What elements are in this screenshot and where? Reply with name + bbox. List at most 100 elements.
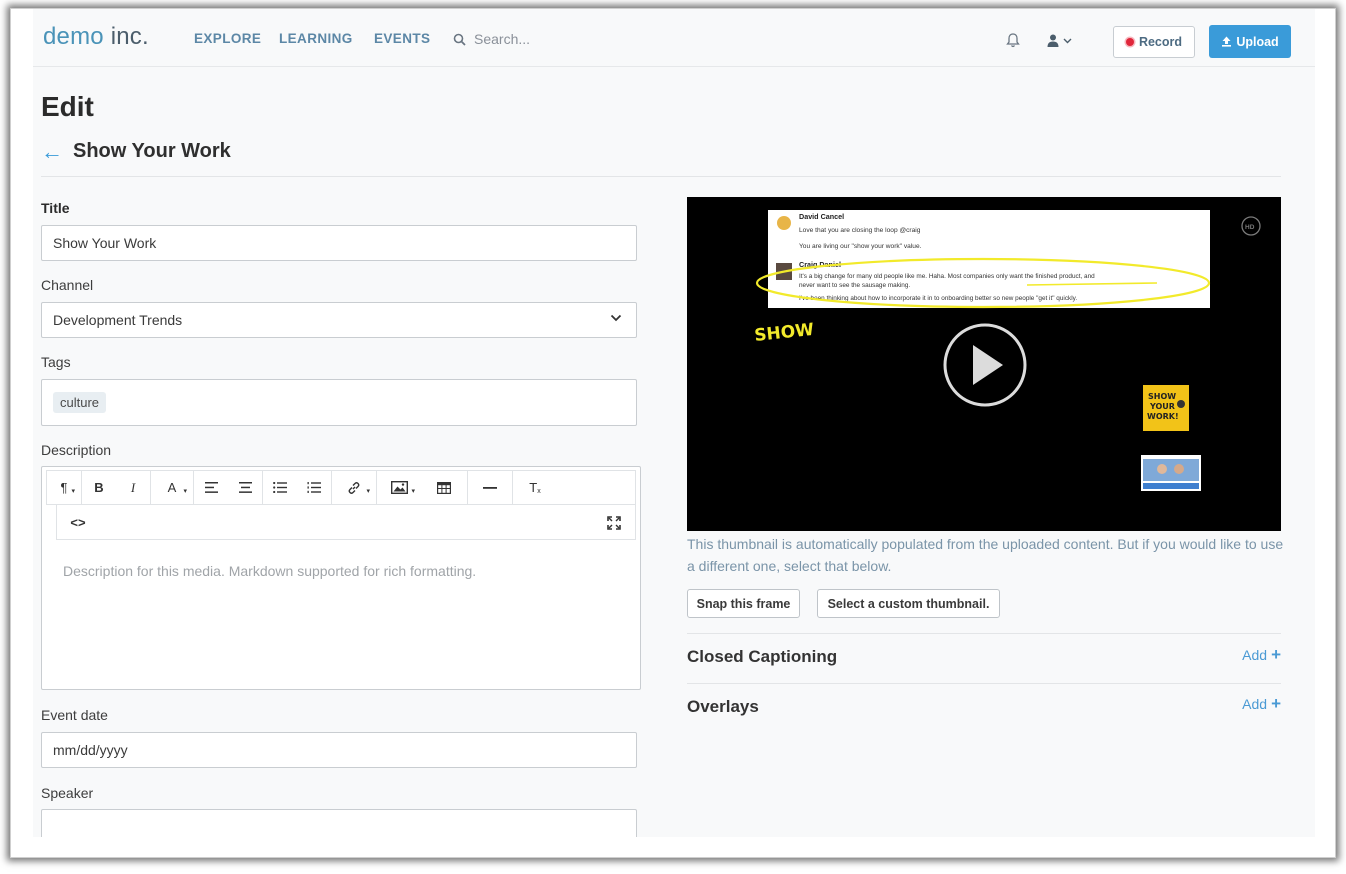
custom-thumbnail-button[interactable]: Select a custom thumbnail. xyxy=(817,589,1000,618)
event-date-input[interactable]: mm/dd/yyyy xyxy=(41,732,637,768)
overlays-title: Overlays xyxy=(687,697,759,716)
clear-formatting-icon: T xyxy=(529,480,538,495)
clear-formatting-subscript: x xyxy=(537,488,541,495)
numbered-list-icon xyxy=(307,482,321,493)
upload-icon xyxy=(1222,36,1232,47)
toolbar-group-font: A ▾ xyxy=(151,471,194,504)
editor-toolbar-row-2: <> xyxy=(56,505,636,540)
plus-icon: + xyxy=(1271,694,1281,713)
window-frame: demo inc. EXPLORE LEARNING EVENTS Search… xyxy=(10,8,1336,858)
link-icon xyxy=(348,481,360,494)
add-overlay-link[interactable]: Add + xyxy=(1242,695,1281,712)
align-left-icon xyxy=(204,482,218,493)
code-view-button[interactable]: <> xyxy=(61,505,95,540)
font-button[interactable]: A ▾ xyxy=(151,471,193,504)
user-menu[interactable] xyxy=(1047,34,1072,47)
code-icon: <> xyxy=(70,515,86,530)
page-title: Edit xyxy=(41,91,94,122)
horizontal-rule-icon xyxy=(483,486,497,489)
image-icon xyxy=(390,481,408,494)
logo-inc: inc. xyxy=(103,23,149,50)
upload-label: Upload xyxy=(1236,34,1279,49)
title-field[interactable]: Show Your Work xyxy=(41,225,637,261)
event-date-label: Event date xyxy=(41,707,108,723)
toolbar-group-paragraph: ¶ ▾ xyxy=(47,471,82,504)
thumbnail-hint: This thumbnail is automatically populate… xyxy=(687,536,1284,574)
numbered-list-button[interactable] xyxy=(297,471,331,504)
book-text-1: SHOW xyxy=(1148,392,1176,401)
add-overlay-label: Add xyxy=(1242,695,1268,712)
plus-icon: + xyxy=(1271,645,1281,664)
bulleted-list-icon xyxy=(273,482,287,493)
app-container: demo inc. EXPLORE LEARNING EVENTS Search… xyxy=(33,9,1315,837)
bold-button[interactable]: B xyxy=(82,471,116,504)
insert-link-button[interactable]: ▾ xyxy=(332,471,376,504)
nav-link-learning[interactable]: LEARNING xyxy=(279,31,353,46)
notifications-bell-icon[interactable] xyxy=(1006,32,1020,48)
channel-label: Channel xyxy=(41,277,94,293)
tags-label: Tags xyxy=(41,354,71,370)
insert-image-button[interactable]: ▾ xyxy=(377,471,421,504)
toolbar-group-rule xyxy=(468,471,513,504)
search-icon xyxy=(453,33,466,46)
snap-frame-button[interactable]: Snap this frame xyxy=(687,589,800,618)
search-bar xyxy=(453,27,653,51)
msg2-line2: never want to see the sausage making. xyxy=(799,282,910,289)
video-frame: David Cancel Love that you are closing t… xyxy=(753,210,1261,491)
back-arrow-icon[interactable]: ← xyxy=(41,140,63,163)
caret-icon: ▾ xyxy=(183,488,187,495)
video-thumbnail-player[interactable]: David Cancel Love that you are closing t… xyxy=(687,197,1281,531)
tag-chip[interactable]: culture xyxy=(53,392,107,413)
fullscreen-button[interactable] xyxy=(597,505,631,540)
handwriting-show: SHOW xyxy=(753,320,815,346)
clear-formatting-button[interactable]: Tx xyxy=(513,471,557,504)
toolbar-group-text: B I xyxy=(82,471,151,504)
msg1-line2: You are living our "show your work" valu… xyxy=(799,243,922,250)
table-icon xyxy=(437,481,451,494)
channel-select-value: Development Trends xyxy=(53,312,183,328)
section-divider xyxy=(687,633,1281,634)
play-icon[interactable] xyxy=(943,323,1027,407)
channel-select[interactable]: Development Trends xyxy=(41,302,637,338)
chevron-down-icon xyxy=(610,314,622,322)
fullscreen-icon xyxy=(607,515,621,530)
description-editor: ¶ ▾ B I A ▾ ▾ ▾ T x <> Description for t… xyxy=(41,466,641,690)
italic-button[interactable]: I xyxy=(116,471,150,504)
book-text-3: WORK! xyxy=(1147,412,1179,421)
insert-table-button[interactable] xyxy=(421,471,467,504)
breadcrumb: ← Show Your Work xyxy=(41,140,231,163)
book-text-2: YOUR xyxy=(1149,402,1175,411)
bulleted-list-button[interactable] xyxy=(263,471,297,504)
add-captioning-link[interactable]: Add + xyxy=(1242,646,1281,663)
msg1-line1: Love that you are closing the loop @crai… xyxy=(799,227,921,234)
closed-captioning-title: Closed Captioning xyxy=(687,647,838,666)
user-icon xyxy=(1047,34,1059,47)
align-center-button[interactable] xyxy=(228,471,262,504)
title-label: Title xyxy=(41,200,70,216)
editor-toolbar: ¶ ▾ B I A ▾ ▾ ▾ T x xyxy=(46,470,636,505)
description-editor-placeholder[interactable]: Description for this media. Markdown sup… xyxy=(63,563,476,579)
align-left-button[interactable] xyxy=(194,471,228,504)
caret-icon: ▾ xyxy=(366,488,370,495)
upload-button[interactable]: Upload xyxy=(1209,25,1291,58)
title-field-value: Show Your Work xyxy=(53,235,157,251)
toolbar-group-align xyxy=(194,471,263,504)
record-button[interactable]: Record xyxy=(1113,26,1195,58)
horizontal-rule-button[interactable] xyxy=(468,471,512,504)
top-navigation: demo inc. EXPLORE LEARNING EVENTS Search… xyxy=(33,9,1315,67)
toolbar-group-clear: Tx xyxy=(513,471,557,504)
add-captioning-label: Add xyxy=(1242,646,1268,663)
caret-icon: ▾ xyxy=(411,488,415,495)
chevron-down-icon xyxy=(1063,38,1072,43)
nav-link-events[interactable]: EVENTS xyxy=(374,31,430,46)
speaker-input[interactable] xyxy=(41,809,637,837)
nav-link-explore[interactable]: EXPLORE xyxy=(194,31,261,46)
bold-icon: B xyxy=(94,480,104,495)
logo[interactable]: demo inc. xyxy=(43,23,149,51)
paragraph-format-button[interactable]: ¶ ▾ xyxy=(47,471,81,504)
tags-input[interactable]: culture xyxy=(41,379,637,426)
event-date-placeholder: mm/dd/yyyy xyxy=(53,742,128,758)
search-input[interactable] xyxy=(474,31,634,47)
speaker-label: Speaker xyxy=(41,785,94,801)
toolbar-group-list xyxy=(263,471,332,504)
